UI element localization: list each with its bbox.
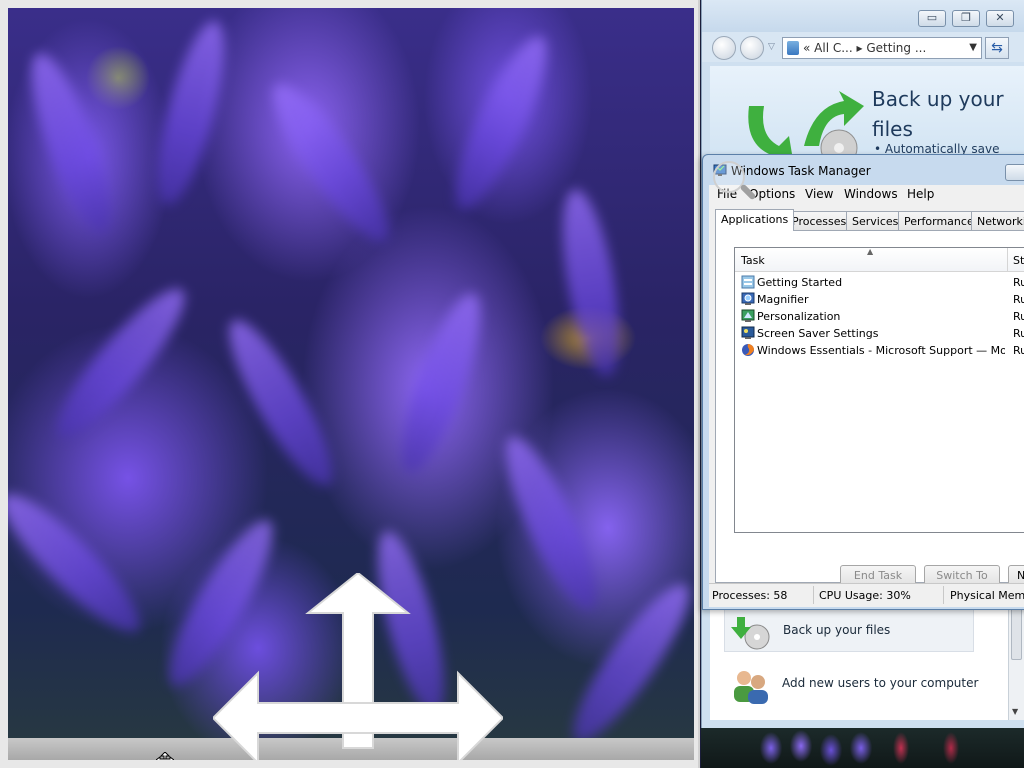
restore-button[interactable]: ❐ — [952, 10, 980, 27]
row-status: Ru — [1013, 293, 1024, 306]
back-button[interactable] — [712, 36, 736, 60]
row-task-name: Getting Started — [757, 276, 843, 289]
move-arrows-icon — [213, 573, 503, 760]
task-manager-body: Applications Processes Services Performa… — [709, 205, 1024, 586]
table-row[interactable]: Screen Saver Settings Ru — [735, 325, 1024, 342]
scroll-down-icon[interactable]: ▼ — [1012, 707, 1018, 716]
magnifier-icon — [741, 292, 755, 305]
address-dropdown-icon[interactable]: ▼ — [969, 38, 977, 58]
menu-bar: File Options View Windows Help — [709, 185, 1024, 205]
control-panel-icon — [787, 41, 799, 55]
backup-icon — [731, 617, 770, 650]
status-cpu: CPU Usage: 30% — [819, 589, 911, 602]
flower-petal — [551, 185, 631, 381]
address-crumb-all[interactable]: All C... — [814, 41, 853, 55]
status-divider — [813, 586, 814, 604]
list-item-label: Add new users to your computer — [782, 676, 979, 690]
table-row[interactable]: Getting Started Ru — [735, 274, 1024, 291]
task-manager-window: Windows Task Manager File Options View W… — [702, 154, 1024, 610]
flower-petal — [144, 15, 238, 211]
applications-panel: ▲ Task Sta Getting Started Ru — [715, 230, 1024, 586]
applications-list: ▲ Task Sta Getting Started Ru — [734, 247, 1024, 533]
tab-performance[interactable]: Performance — [898, 211, 980, 231]
screensaver-icon — [741, 326, 755, 339]
address-separator: ▸ — [856, 41, 863, 55]
status-bar: Processes: 58 CPU Usage: 30% Physical Me… — [709, 583, 1024, 607]
column-task[interactable]: Task — [741, 254, 765, 267]
tab-processes[interactable]: Processes — [786, 211, 853, 231]
personalization-icon — [741, 309, 755, 322]
refresh-button[interactable]: ⇆ — [985, 37, 1009, 59]
flower-petal — [8, 479, 155, 647]
sort-ascending-icon: ▲ — [867, 247, 874, 256]
tab-applications[interactable]: Applications — [715, 209, 795, 231]
row-task-name: Personalization — [757, 310, 841, 323]
users-icon — [734, 671, 768, 704]
row-status: Ru — [1013, 276, 1024, 289]
status-memory: Physical Mem — [950, 589, 1024, 602]
tab-networking[interactable]: Networking — [971, 211, 1024, 231]
address-row: ▽ « All C... ▸ Getting ... ▼ ⇆ — [702, 32, 1024, 62]
backup-banner: Back up your files • Automatically save — [710, 66, 1024, 166]
menu-help[interactable]: Help — [907, 187, 934, 201]
address-crumb-getting[interactable]: Getting ... — [866, 41, 926, 55]
status-processes: Processes: 58 — [712, 589, 788, 602]
row-status: Ru — [1013, 310, 1024, 323]
row-task-name: Magnifier — [757, 293, 809, 306]
list-header: ▲ Task Sta — [735, 247, 1024, 272]
table-row[interactable]: Personalization Ru — [735, 308, 1024, 325]
close-button[interactable]: ✕ — [986, 10, 1014, 27]
table-row[interactable]: Windows Essentials - Microsoft Support —… — [735, 342, 1024, 359]
tasks-scrollbar[interactable]: ▼ — [1008, 600, 1024, 720]
list-item-add-users[interactable]: Add new users to your computer — [724, 662, 978, 706]
list-item-label: Back up your files — [783, 623, 891, 637]
forward-button[interactable] — [740, 36, 764, 60]
row-task-name: Screen Saver Settings — [757, 327, 879, 340]
move-cursor-icon — [156, 752, 174, 760]
desktop-wallpaper — [701, 728, 1024, 768]
flower-petal — [386, 285, 496, 481]
getting-started-icon — [741, 275, 755, 289]
address-bar[interactable]: « All C... ▸ Getting ... ▼ — [782, 37, 982, 59]
minimize-button[interactable] — [1005, 164, 1024, 181]
menu-options[interactable]: Options — [749, 187, 795, 201]
flower-petal — [257, 71, 405, 255]
flower-petal — [42, 275, 200, 451]
scrollbar-thumb[interactable] — [1011, 604, 1022, 660]
row-status: Ru — [1013, 344, 1024, 357]
minimize-button[interactable]: ▭ — [918, 10, 946, 27]
control-panel-titlebar: ▭ ❐ ✕ — [702, 0, 1024, 32]
banner-title: Back up your files — [872, 87, 1004, 141]
window-title: Windows Task Manager — [731, 164, 871, 178]
flower-petal — [440, 27, 562, 219]
flower-petal — [490, 427, 612, 619]
flower-petal — [16, 45, 126, 241]
tasks-list: Back up your files Add new users to your… — [710, 600, 1016, 720]
menu-view[interactable]: View — [805, 187, 833, 201]
list-item-backup[interactable]: Back up your files — [724, 608, 974, 652]
magnifier-window — [0, 0, 700, 768]
tab-services[interactable]: Services — [846, 211, 905, 231]
status-divider — [943, 586, 944, 604]
row-task-name: Windows Essentials - Microsoft Support —… — [757, 344, 1005, 357]
recent-pages-icon[interactable]: ▽ — [768, 42, 775, 52]
column-divider[interactable] — [1007, 248, 1008, 272]
flower-petal — [213, 309, 349, 497]
column-status[interactable]: Sta — [1013, 254, 1024, 267]
firefox-icon — [742, 344, 754, 356]
menu-windows[interactable]: Windows — [844, 187, 898, 201]
table-row[interactable]: Magnifier Ru — [735, 291, 1024, 308]
row-status: Ru — [1013, 327, 1024, 340]
task-manager-titlebar[interactable]: Windows Task Manager — [703, 155, 1024, 185]
address-back-chevrons[interactable]: « — [803, 41, 810, 55]
magnified-view — [8, 8, 694, 760]
